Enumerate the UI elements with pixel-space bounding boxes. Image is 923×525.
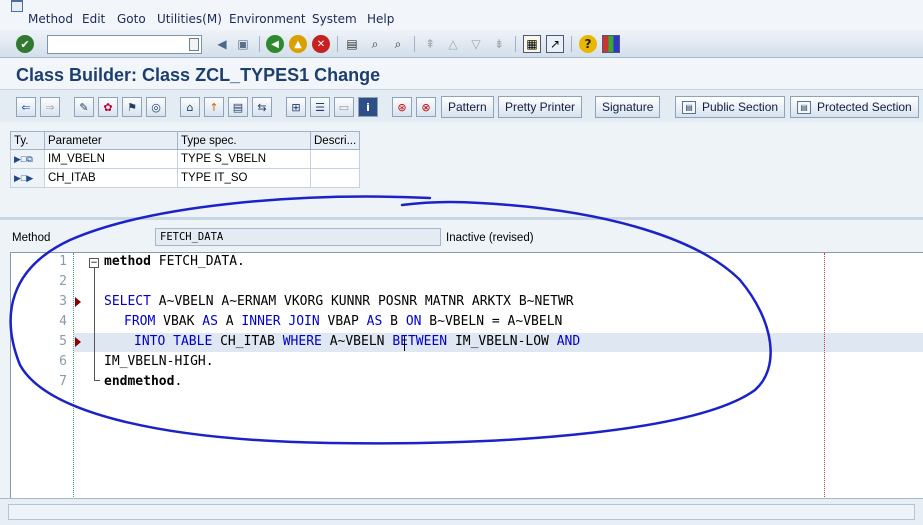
menu-help[interactable]: Help xyxy=(367,12,394,26)
next-page-icon[interactable]: ▽ xyxy=(467,35,485,53)
hierarchy-icon[interactable]: ⇆ xyxy=(252,97,272,117)
save-icon[interactable]: ▣ xyxy=(234,35,252,53)
line-number: 5 xyxy=(59,334,67,349)
prev-icon[interactable]: ◀ xyxy=(213,35,231,53)
menu-method[interactable]: Method xyxy=(28,12,73,26)
parameter-description[interactable] xyxy=(309,168,361,188)
breakpoint-icon[interactable]: ⊛ xyxy=(392,97,412,117)
line-number: 1 xyxy=(59,254,67,269)
code-line-7: endmethod. xyxy=(104,374,183,389)
title-bar: Class Builder: Class ZCL_TYPES1 Change xyxy=(0,58,923,90)
forward-arrow-icon[interactable]: ⇒ xyxy=(40,97,60,117)
line-number: 3 xyxy=(59,294,67,309)
splitter[interactable] xyxy=(0,217,923,220)
back-arrow-icon[interactable]: ⇐ xyxy=(16,97,36,117)
collapse-icon[interactable]: − xyxy=(89,258,99,268)
section-icon: ▤ xyxy=(797,100,811,114)
column-header-description[interactable]: Descri... xyxy=(309,131,361,150)
parameter-name[interactable]: CH_ITAB xyxy=(44,168,178,188)
tree-icon[interactable]: ⊞ xyxy=(286,97,306,117)
parameter-table: Ty. Parameter Type spec. Descri... ▶□⧉ I… xyxy=(10,131,361,188)
menu-system[interactable]: System xyxy=(312,12,357,26)
code-line-3: SELECT A~VBELN A~ERNAM VKORG KUNNR POSNR… xyxy=(104,294,574,309)
object-list-icon[interactable]: ⌂ xyxy=(180,97,200,117)
window-icon[interactable] xyxy=(11,0,23,12)
table-row[interactable]: ▶□▶ CH_ITAB TYPE IT_SO xyxy=(10,168,361,188)
menu-goto[interactable]: Goto xyxy=(117,12,146,26)
parameter-type[interactable]: TYPE S_VBELN xyxy=(177,149,311,169)
help-icon[interactable]: ? xyxy=(579,35,597,53)
status-bar xyxy=(0,498,923,525)
shortcut-icon[interactable]: ↗ xyxy=(546,35,564,53)
insert-icon[interactable]: ↑ xyxy=(204,97,224,117)
menu-utilities[interactable]: Utilities(M) xyxy=(157,12,222,26)
delete-breakpoint-icon[interactable]: ⊗ xyxy=(416,97,436,117)
text-cursor xyxy=(404,336,405,351)
protected-section-label: Protected Section xyxy=(817,100,912,114)
navigation-window-icon[interactable]: ▤ xyxy=(228,97,248,117)
display-change-icon[interactable]: ✎ xyxy=(74,97,94,117)
public-section-button[interactable]: ▤ Public Section xyxy=(675,96,786,118)
layout-menu-icon[interactable] xyxy=(602,35,620,53)
changing-icon: ▶□▶ xyxy=(10,168,45,188)
pattern-button[interactable]: Pattern xyxy=(441,96,494,118)
protected-section-button[interactable]: ▤ Protected Section xyxy=(790,96,919,118)
dropdown-icon[interactable] xyxy=(189,38,199,51)
parameter-type[interactable]: TYPE IT_SO xyxy=(177,168,311,188)
find-icon[interactable]: ⌕ xyxy=(366,35,384,53)
method-name-field: FETCH_DATA xyxy=(155,228,441,246)
public-section-label: Public Section xyxy=(702,100,779,114)
line-number: 4 xyxy=(59,314,67,329)
page-title: Class Builder: Class ZCL_TYPES1 Change xyxy=(16,65,381,85)
method-label: Method xyxy=(12,232,51,244)
activate-icon[interactable]: ✿ xyxy=(98,97,118,117)
cancel-icon[interactable]: ✕ xyxy=(312,35,330,53)
method-bar: Method FETCH_DATA Inactive (revised) xyxy=(0,222,923,252)
column-header-parameter[interactable]: Parameter xyxy=(44,131,178,150)
previous-page-icon[interactable]: △ xyxy=(444,35,462,53)
table-row[interactable]: ▶□⧉ IM_VBELN TYPE S_VBELN xyxy=(10,149,361,169)
check-icon[interactable]: ✔ xyxy=(16,35,34,53)
column-header-type[interactable]: Ty. xyxy=(10,131,45,150)
code-line-5: INTO TABLE CH_ITAB WHERE A~VBELN BETWEEN… xyxy=(134,334,581,349)
last-page-icon[interactable]: ⇟ xyxy=(490,35,508,53)
check-object-icon[interactable]: ⚑ xyxy=(122,97,142,117)
code-line-4: FROM VBAK AS A INNER JOIN VBAP AS B ON B… xyxy=(124,314,563,329)
line-number: 2 xyxy=(59,274,67,289)
info-icon[interactable]: i xyxy=(358,97,378,117)
where-used-icon[interactable]: ◎ xyxy=(146,97,166,117)
code-editor[interactable]: 1 2 3 4 5 6 7 − method FETCH_DATA. SELEC… xyxy=(10,252,923,499)
importing-icon: ▶□⧉ xyxy=(10,149,45,169)
line-number: 6 xyxy=(59,354,67,369)
menu-environment[interactable]: Environment xyxy=(229,12,306,26)
find-next-icon[interactable]: ⌕ xyxy=(389,35,407,53)
marker-icon xyxy=(75,297,81,307)
menu-edit[interactable]: Edit xyxy=(82,12,105,26)
create-session-icon[interactable]: ▦ xyxy=(523,35,541,53)
section-icon: ▤ xyxy=(682,100,696,114)
disabled-icon[interactable]: ▭ xyxy=(334,97,354,117)
code-line-1: method FETCH_DATA. xyxy=(104,254,245,269)
line-number: 7 xyxy=(59,374,67,389)
table-header: Ty. Parameter Type spec. Descri... xyxy=(10,131,361,150)
menu-bar: Method Edit Goto Utilities(M) Environmen… xyxy=(0,0,923,30)
command-field[interactable] xyxy=(47,35,202,54)
signature-button[interactable]: Signature xyxy=(595,96,661,118)
print-icon[interactable]: ▤ xyxy=(343,35,361,53)
structure-icon[interactable]: ☰ xyxy=(310,97,330,117)
back-icon[interactable]: ◀ xyxy=(266,35,284,53)
parameter-description[interactable] xyxy=(309,149,361,169)
parameter-name[interactable]: IM_VBELN xyxy=(44,149,178,169)
method-status: Inactive (revised) xyxy=(446,232,534,244)
column-header-type-spec[interactable]: Type spec. xyxy=(177,131,311,150)
exit-icon[interactable]: ▲ xyxy=(289,35,307,53)
code-line-6: IM_VBELN-HIGH. xyxy=(104,354,214,369)
marker-icon xyxy=(75,337,81,347)
pretty-printer-button[interactable]: Pretty Printer xyxy=(498,96,583,118)
first-page-icon[interactable]: ⇞ xyxy=(421,35,439,53)
